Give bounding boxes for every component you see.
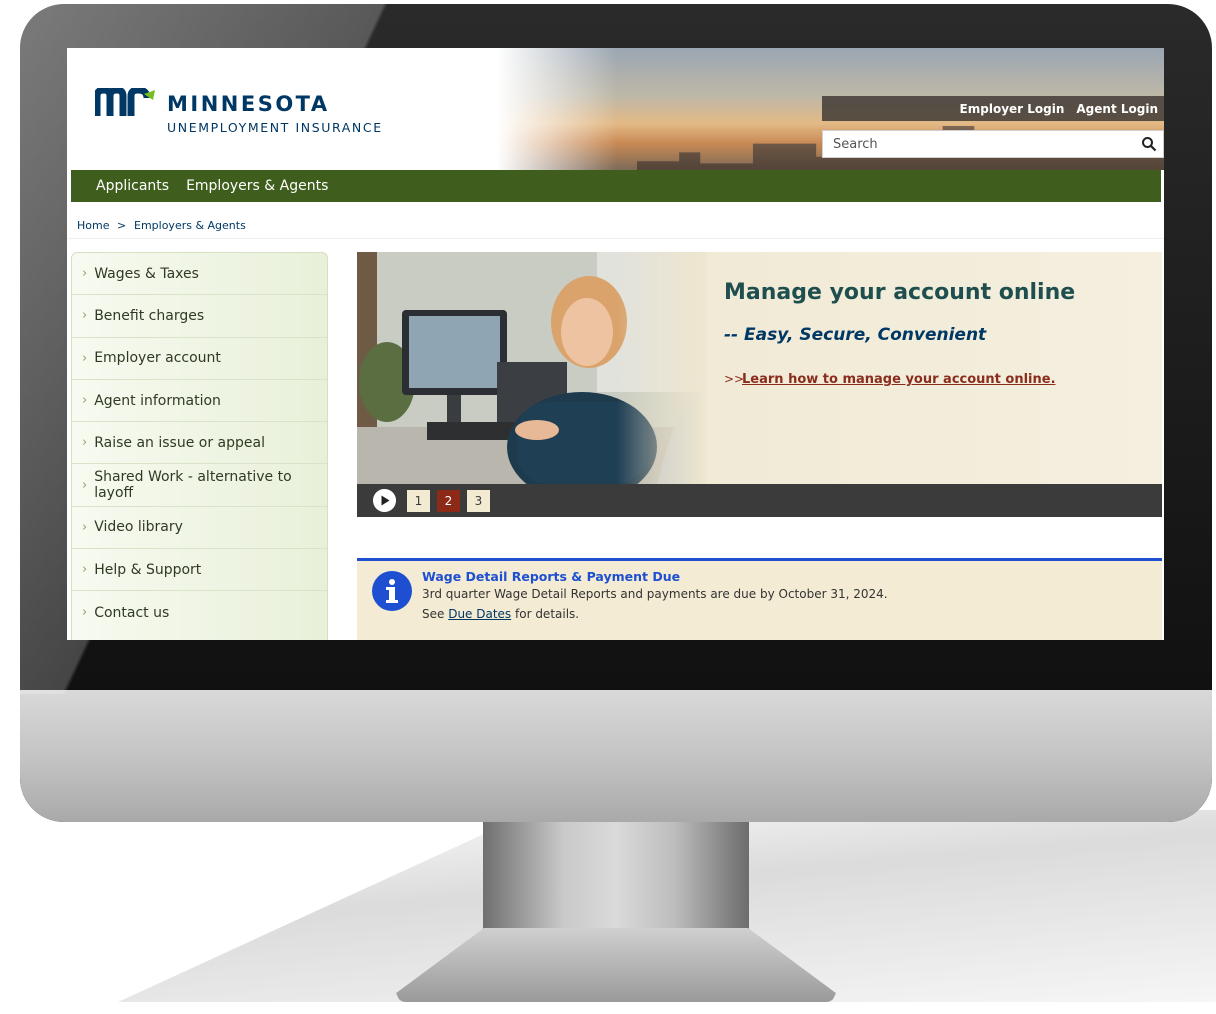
sidebar-item-label: Shared Work - alternative to layoff <box>94 469 292 502</box>
carousel-page-2-button[interactable]: 2 <box>437 490 460 512</box>
sidebar-item-label: Contact us <box>94 604 170 621</box>
breadcrumb: Home > Employers & Agents <box>67 208 1164 239</box>
sidebar-item-shared-work[interactable]: › Shared Work - alternative to layoff <box>72 464 327 507</box>
alert-title: Wage Detail Reports & Payment Due <box>422 569 681 584</box>
breadcrumb-separator: > <box>117 219 127 232</box>
sidebar-item-label: Wages & Taxes <box>94 265 199 282</box>
chevron-right-icon: › <box>82 350 88 366</box>
brand-name: MINNESOTA <box>167 92 330 116</box>
info-icon <box>372 571 412 611</box>
breadcrumb-current[interactable]: Employers & Agents <box>134 219 246 232</box>
browser-screen: MINNESOTA UNEMPLOYMENT INSURANCE Employe… <box>67 48 1164 640</box>
employer-login-link[interactable]: Employer Login <box>960 102 1065 116</box>
nav-item-employers-agents[interactable]: Employers & Agents <box>186 178 328 194</box>
sidebar-item-help-support[interactable]: › Help & Support <box>72 549 327 592</box>
sidebar-item-contact-us[interactable]: › Contact us <box>72 591 327 633</box>
chevron-right-icon: › <box>82 562 88 578</box>
sidebar-item-label: Agent information <box>94 392 221 409</box>
hero-subtitle: -- Easy, Secure, Convenient <box>724 325 987 345</box>
chevron-right-icon: › <box>82 477 88 493</box>
chevron-right-icon: › <box>82 435 88 451</box>
site-header: MINNESOTA UNEMPLOYMENT INSURANCE Employe… <box>67 48 1164 170</box>
mn-logo-icon <box>95 88 155 116</box>
sidebar-item-label: Employer account <box>94 350 221 367</box>
sidebar-item-video-library[interactable]: › Video library <box>72 507 327 550</box>
hero-learn-more-link[interactable]: Learn how to manage your account online. <box>742 372 1056 387</box>
sidebar-item-agent-information[interactable]: › Agent information <box>72 380 327 423</box>
alert-text-before: See <box>422 607 449 621</box>
sidebar-menu: › Wages & Taxes › Benefit charges › Employe… <box>71 252 328 640</box>
chevron-right-icon: › <box>82 266 88 282</box>
chevron-right-icon: › <box>82 519 88 535</box>
agent-login-link[interactable]: Agent Login <box>1076 102 1158 116</box>
monitor-chin <box>20 690 1212 822</box>
login-bar: Employer Login Agent Login <box>822 96 1164 121</box>
brand-subtitle: UNEMPLOYMENT INSURANCE <box>167 120 383 135</box>
sidebar-item-wages-taxes[interactable]: › Wages & Taxes <box>72 253 327 296</box>
alert-text-after: for details. <box>511 607 580 621</box>
sidebar-item-benefit-charges[interactable]: › Benefit charges <box>72 295 327 338</box>
hero-photo-fade <box>617 252 707 484</box>
play-icon[interactable] <box>373 489 396 512</box>
sidebar-item-employer-account[interactable]: › Employer account <box>72 338 327 380</box>
hero-title: Manage your account online <box>724 280 1076 305</box>
due-dates-link[interactable]: Due Dates <box>448 607 511 621</box>
alert-text: 3rd quarter Wage Detail Reports and paym… <box>422 587 888 601</box>
nav-item-applicants[interactable]: Applicants <box>96 178 169 194</box>
monitor-stand-neck <box>483 818 749 930</box>
sidebar-item-label: Help & Support <box>94 561 202 578</box>
wage-detail-alert: Wage Detail Reports & Payment Due 3rd qu… <box>357 558 1162 640</box>
chevron-right-icon: › <box>82 308 88 324</box>
sidebar-item-label: Raise an issue or appeal <box>94 434 265 451</box>
sidebar-item-raise-issue[interactable]: › Raise an issue or appeal <box>72 422 327 465</box>
chevron-right-icon: › <box>82 605 88 621</box>
sidebar-item-label: Video library <box>94 519 183 536</box>
search-icon[interactable] <box>1141 136 1157 152</box>
carousel-page-3-button[interactable]: 3 <box>467 490 490 512</box>
carousel-page-1-button[interactable]: 1 <box>407 490 430 512</box>
carousel-controls: 1 2 3 <box>357 484 1162 517</box>
alert-due-dates-line: See Due Dates for details. <box>422 607 579 621</box>
sidebar-item-label: Benefit charges <box>94 307 205 324</box>
search-input[interactable] <box>823 131 1143 157</box>
chevron-right-icon: › <box>82 393 88 409</box>
hero-carousel: Manage your account online -- Easy, Secu… <box>357 252 1162 517</box>
main-nav: Applicants Employers & Agents <box>71 170 1161 202</box>
search-box <box>822 130 1164 158</box>
breadcrumb-home[interactable]: Home <box>77 219 109 232</box>
